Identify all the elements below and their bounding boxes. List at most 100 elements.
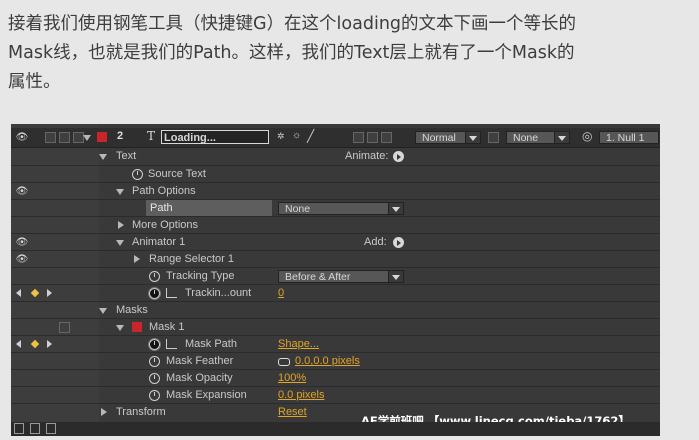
next-keyframe-icon[interactable] xyxy=(47,340,52,348)
trkmat-dropdown[interactable]: None xyxy=(506,131,570,144)
animate-label: Animate: xyxy=(345,150,389,162)
prop-row-tracking-type[interactable]: Tracking Type Before & After xyxy=(11,267,660,285)
comp-flowchart-icon[interactable] xyxy=(14,423,24,434)
expand-icon[interactable] xyxy=(116,189,124,195)
layer-row[interactable]: 👁 2 T Loading... ✲ ☼ ╱ Normal None ◎ 1. … xyxy=(11,128,660,148)
chevron-down-icon xyxy=(388,203,403,214)
prop-row-more-options[interactable]: More Options xyxy=(11,216,660,234)
prop-row-mask-expansion[interactable]: Mask Expansion 0.0 pixels xyxy=(11,386,660,404)
stopwatch-icon[interactable] xyxy=(149,356,160,367)
quality-switch-icon[interactable]: ☼ xyxy=(292,130,301,141)
expand-icon[interactable] xyxy=(118,221,124,229)
prop-mask1: Mask 1 xyxy=(149,321,185,333)
timeline-panel: 👁 2 T Loading... ✲ ☼ ╱ Normal None ◎ 1. … xyxy=(11,124,660,436)
prop-range-selector: Range Selector 1 xyxy=(149,253,234,265)
expand-icon[interactable] xyxy=(101,408,107,416)
prop-row-mask1[interactable]: Mask 1 xyxy=(11,318,660,336)
prop-masks: Masks xyxy=(116,304,148,316)
add-menu-icon[interactable] xyxy=(393,237,404,248)
prop-mask-path: Mask Path xyxy=(185,338,237,350)
stopwatch-icon[interactable] xyxy=(149,390,160,401)
keyframe-icon[interactable] xyxy=(30,339,40,349)
chevron-down-icon xyxy=(388,271,403,282)
prop-tracking-amount: Trackin...ount xyxy=(185,287,252,299)
next-keyframe-icon[interactable] xyxy=(47,289,52,297)
transform-reset-link[interactable]: Reset xyxy=(278,406,307,418)
expand-icon[interactable] xyxy=(116,325,124,331)
prop-row-mask-path[interactable]: Mask Path Shape... xyxy=(11,335,660,353)
prop-row-mask-feather[interactable]: Mask Feather 0.0,0.0 pixels xyxy=(11,352,660,370)
stopwatch-icon[interactable] xyxy=(148,287,161,300)
shy-switch-icon[interactable]: ✲ xyxy=(277,131,285,142)
mask-feather-value[interactable]: 0.0,0.0 pixels xyxy=(295,355,360,367)
prop-animator: Animator 1 xyxy=(132,236,186,248)
prop-path-options: Path Options xyxy=(132,185,196,197)
mask-expansion-value[interactable]: 0.0 pixels xyxy=(278,389,324,401)
prop-row-source-text[interactable]: Source Text xyxy=(11,165,660,183)
path-dropdown[interactable]: None xyxy=(278,202,404,215)
layer-expand-icon[interactable] xyxy=(83,135,91,141)
mask-opacity-value[interactable]: 100% xyxy=(278,372,306,384)
animate-menu-icon[interactable] xyxy=(393,151,404,162)
mode-dropdown[interactable]: Normal xyxy=(415,131,481,144)
graph-icon[interactable] xyxy=(166,339,177,349)
tracking-type-dropdown[interactable]: Before & After xyxy=(278,270,404,283)
eye-icon[interactable]: 👁 xyxy=(15,255,29,265)
prop-row-text[interactable]: Text Animate: xyxy=(11,148,660,165)
chevron-down-icon xyxy=(554,132,569,143)
prop-row-path-options[interactable]: 👁 Path Options xyxy=(11,182,660,200)
prop-mask-feather: Mask Feather xyxy=(166,355,234,367)
expand-icon[interactable] xyxy=(116,240,124,246)
stopwatch-icon[interactable] xyxy=(149,373,160,384)
pick-whip-icon[interactable]: ◎ xyxy=(582,129,592,143)
label-color-chip[interactable] xyxy=(97,132,107,142)
expand-icon[interactable] xyxy=(134,255,140,263)
prop-row-masks[interactable]: Masks xyxy=(11,301,660,319)
3d-switch[interactable] xyxy=(381,132,392,143)
pen-switch-icon[interactable]: ╱ xyxy=(307,129,314,143)
expand-transfer-icon[interactable] xyxy=(30,423,40,434)
layer-name-field[interactable]: Loading... xyxy=(161,130,269,144)
prop-transform: Transform xyxy=(116,406,166,418)
stopwatch-icon[interactable] xyxy=(148,338,161,351)
prop-mask-opacity: Mask Opacity xyxy=(166,372,233,384)
parent-dropdown[interactable]: 1. Null 1 xyxy=(599,131,659,144)
prop-mask-expansion: Mask Expansion xyxy=(166,389,247,401)
chevron-down-icon xyxy=(465,132,480,143)
prop-row-animator[interactable]: 👁 Animator 1 Add: xyxy=(11,233,660,251)
eye-icon[interactable]: 👁 xyxy=(15,238,29,248)
solo-switch[interactable] xyxy=(59,132,70,143)
prop-row-tracking-amount[interactable]: Trackin...ount 0 xyxy=(11,284,660,302)
audio-switch[interactable] xyxy=(45,132,56,143)
layer-number: 2 xyxy=(117,130,124,142)
link-icon[interactable] xyxy=(278,358,290,366)
eye-icon[interactable]: 👁 xyxy=(15,187,29,197)
preserve-transparency-switch[interactable] xyxy=(488,132,499,143)
stopwatch-icon[interactable] xyxy=(132,169,143,180)
eye-icon[interactable]: 👁 xyxy=(15,133,29,143)
prop-row-range-selector[interactable]: 👁 Range Selector 1 xyxy=(11,250,660,268)
expand-icon[interactable] xyxy=(99,308,107,314)
prop-row-path[interactable]: Path None xyxy=(11,199,660,217)
mask-color-chip[interactable] xyxy=(132,322,142,332)
prop-more-options: More Options xyxy=(132,219,199,231)
expand-icon[interactable] xyxy=(99,154,107,160)
toggle-switches-icon[interactable] xyxy=(46,423,56,434)
prev-keyframe-icon[interactable] xyxy=(16,340,21,348)
bottom-toolbar xyxy=(11,422,660,436)
keyframe-icon[interactable] xyxy=(30,288,40,298)
stopwatch-icon[interactable] xyxy=(149,271,160,282)
add-label: Add: xyxy=(364,236,387,248)
prop-source-text: Source Text xyxy=(148,168,206,180)
prop-path: Path xyxy=(150,202,173,214)
tracking-amount-value[interactable]: 0 xyxy=(278,287,284,299)
mask-path-value[interactable]: Shape... xyxy=(278,338,319,350)
mask-lock-switch[interactable] xyxy=(59,322,70,333)
prop-tracking-type: Tracking Type xyxy=(166,270,235,282)
adjustment-switch[interactable] xyxy=(367,132,378,143)
motion-blur-switch[interactable] xyxy=(353,132,364,143)
prop-row-mask-opacity[interactable]: Mask Opacity 100% xyxy=(11,369,660,387)
prev-keyframe-icon[interactable] xyxy=(16,289,21,297)
graph-icon[interactable] xyxy=(166,288,177,298)
tutorial-caption: 接着我们使用钢笔工具（快捷键G）在这个loading的文本下画一个等长的 Mas… xyxy=(8,10,694,97)
